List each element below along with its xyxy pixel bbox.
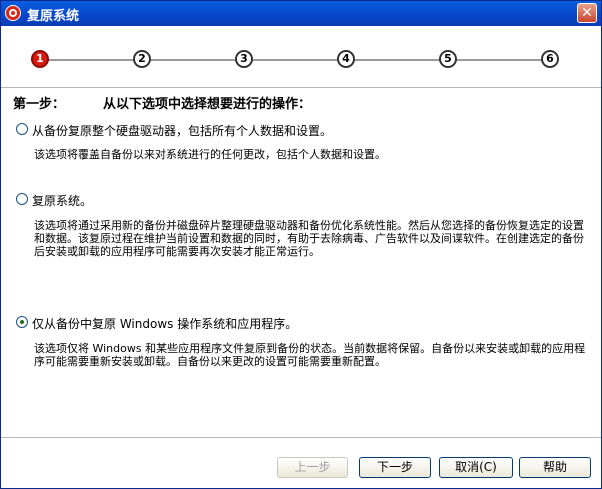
option-system-restore-radio[interactable]	[16, 193, 28, 205]
option-full-restore-radio[interactable]	[16, 123, 28, 135]
step-4-indicator: 4	[337, 50, 355, 68]
step-1-indicator: 1	[31, 50, 49, 68]
top-divider	[1, 87, 601, 88]
option-windows-restore-desc: 该选项仅将 Windows 和某些应用程序文件复原到备份的状态。当前数据将保留。…	[34, 342, 586, 368]
help-button[interactable]: 帮助	[519, 457, 591, 478]
steps-connector	[39, 59, 551, 61]
step-3-indicator: 3	[235, 50, 253, 68]
title-bar[interactable]: 复原系统 ✕	[1, 1, 601, 26]
window-title: 复原系统	[27, 9, 80, 24]
back-button[interactable]: 上一步	[277, 457, 348, 478]
step-6-indicator: 6	[541, 50, 559, 68]
option-windows-restore-radio[interactable]	[16, 316, 28, 328]
cancel-button[interactable]: 取消(C)	[439, 457, 513, 478]
close-button[interactable]: ✕	[577, 3, 597, 23]
bottom-divider	[1, 437, 601, 438]
option-windows-restore-label[interactable]: 仅从备份中复原 Windows 操作系统和应用程序。	[32, 315, 297, 332]
option-system-restore-desc: 该选项将通过采用新的备份并磁盘碎片整理硬盘驱动器和备份优化系统性能。然后从您选择…	[34, 219, 584, 258]
next-button[interactable]: 下一步	[359, 457, 431, 478]
app-icon	[5, 5, 21, 21]
option-full-restore-desc: 该选项将覆盖自备份以来对系统进行的任何更改，包括个人数据和设置。	[34, 148, 386, 161]
option-full-restore-label[interactable]: 从备份复原整个硬盘驱动器，包括所有个人数据和设置。	[32, 122, 332, 139]
restore-system-window: 复原系统 ✕ 1 2 3 4 5 6 第一步： 从以下选项中选择想要进行的操作：…	[0, 0, 602, 489]
step-2-indicator: 2	[133, 50, 151, 68]
wizard-steps: 1 2 3 4 5 6	[1, 31, 601, 86]
step-label: 第一步：	[13, 97, 66, 112]
step-instruction: 从以下选项中选择想要进行的操作：	[103, 97, 312, 112]
option-system-restore-label[interactable]: 复原系统。	[32, 192, 92, 209]
step-5-indicator: 5	[439, 50, 457, 68]
